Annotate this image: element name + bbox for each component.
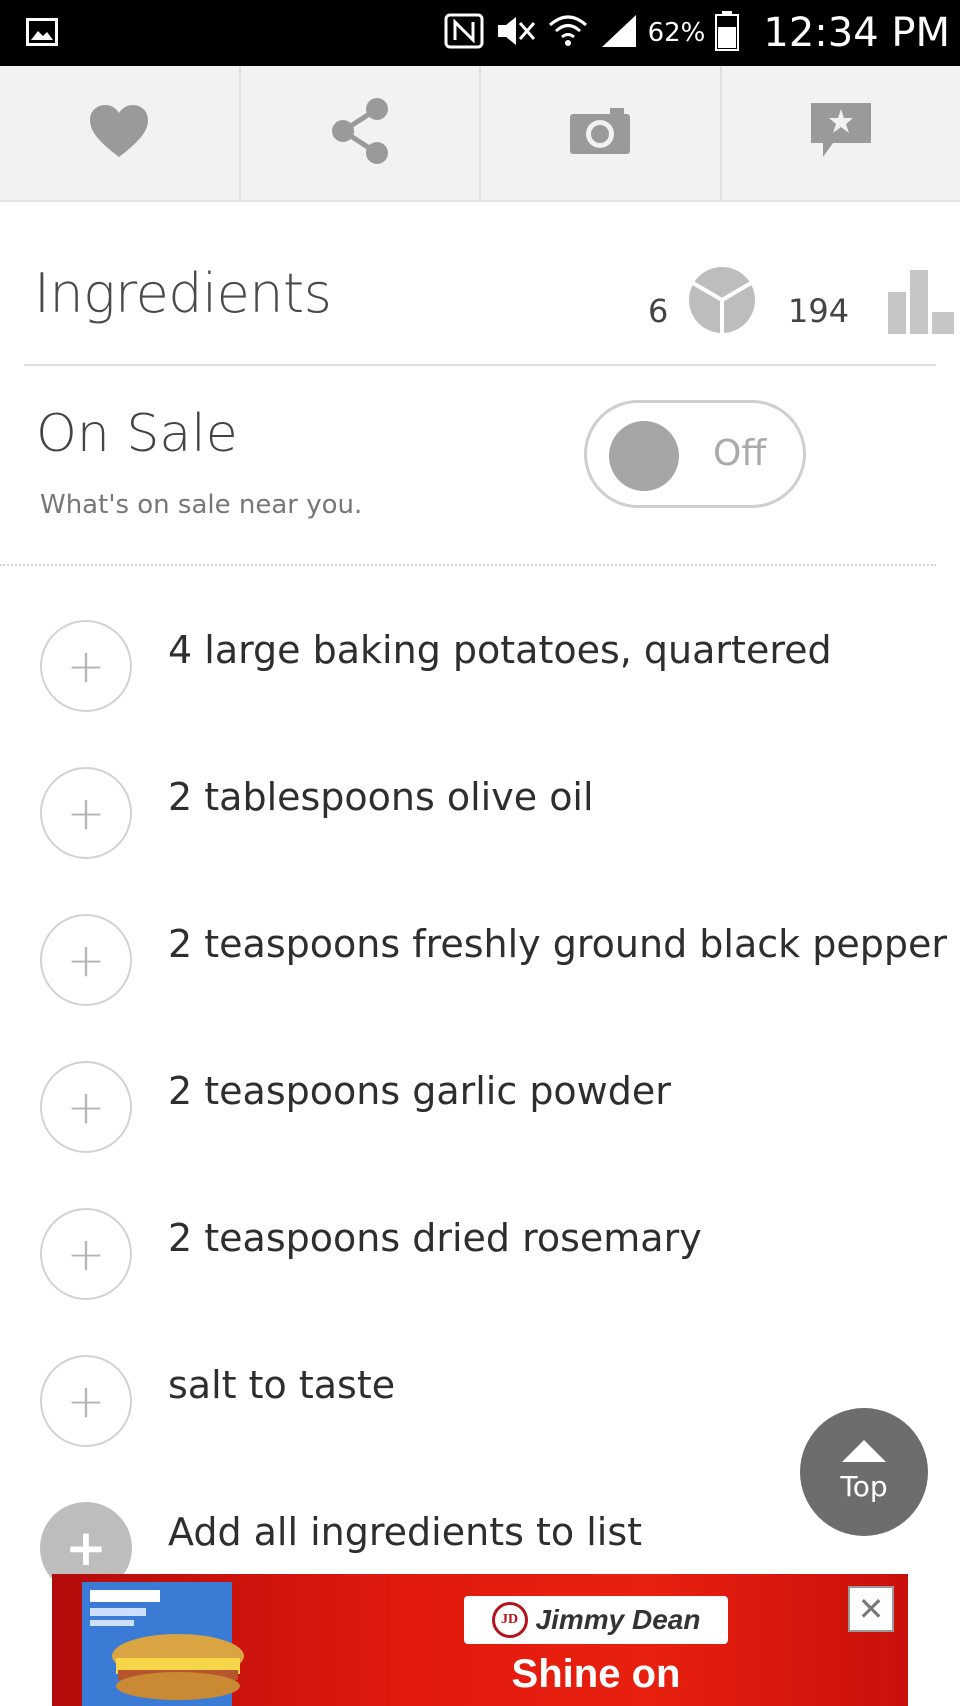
on-sale-subtitle: What's on sale near you. (40, 490, 363, 520)
add-ingredient-button[interactable]: + (40, 767, 132, 859)
status-bar: 62% 12:34 PM (0, 0, 960, 66)
on-sale-title: On Sale (36, 404, 238, 464)
ingredient-item[interactable]: + 2 teaspoons garlic powder (0, 1061, 960, 1208)
add-ingredient-button[interactable]: + (40, 1061, 132, 1153)
on-sale-toggle[interactable]: Off (584, 400, 806, 508)
status-icons: 62% 12:34 PM (444, 0, 950, 66)
ingredient-item[interactable]: + 4 large baking potatoes, quartered (0, 620, 960, 767)
recipe-page: 62% 12:34 PM Ingredients 6 194 On Sale W… (0, 0, 960, 1706)
brand-name: Jimmy Dean (535, 1604, 701, 1635)
servings-icon[interactable] (688, 266, 756, 338)
battery-percent: 62% (647, 18, 706, 48)
arrow-up-icon (842, 1440, 886, 1462)
nfc-icon (444, 13, 484, 53)
camera-icon (568, 106, 632, 160)
add-ingredient-button[interactable]: + (40, 914, 132, 1006)
calories-count[interactable]: 194 (788, 292, 849, 330)
recipe-action-toolbar (0, 66, 960, 202)
add-all-label[interactable]: Add all ingredients to list (168, 1510, 642, 1554)
gallery-icon (26, 18, 58, 50)
review-button[interactable] (722, 66, 960, 200)
favorite-button[interactable] (0, 66, 241, 200)
scroll-top-label: Top (840, 1470, 888, 1503)
add-photo-button[interactable] (481, 66, 722, 200)
servings-count[interactable]: 6 (648, 292, 668, 330)
signal-icon (598, 13, 638, 53)
review-icon (809, 101, 873, 165)
ingredient-text: salt to taste (168, 1363, 396, 1407)
ad-slogan: Shine on (511, 1652, 681, 1696)
ad-brand: JD Jimmy Dean (464, 1596, 728, 1644)
battery-icon (715, 11, 740, 55)
clock: 12:34 PM (763, 10, 950, 56)
share-button[interactable] (241, 66, 481, 200)
add-ingredient-button[interactable]: + (40, 1208, 132, 1300)
ingredient-text: 2 teaspoons freshly ground black pepper (168, 922, 947, 966)
share-icon (329, 96, 391, 170)
section-divider (0, 564, 936, 566)
add-ingredient-button[interactable]: + (40, 620, 132, 712)
wifi-icon (548, 13, 588, 53)
scroll-top-button[interactable]: Top (800, 1408, 928, 1536)
brand-logo: JD (491, 1602, 528, 1638)
product-image (82, 1582, 274, 1706)
ingredient-item[interactable]: + 2 teaspoons dried rosemary (0, 1208, 960, 1355)
ingredient-item[interactable]: + 2 teaspoons freshly ground black peppe… (0, 914, 960, 1061)
add-ingredient-button[interactable]: + (40, 1355, 132, 1447)
ingredients-header: Ingredients 6 194 (24, 232, 954, 366)
ingredient-text: 2 tablespoons olive oil (168, 775, 594, 819)
ingredients-title: Ingredients (34, 262, 332, 325)
mute-icon (494, 13, 538, 53)
ingredient-item[interactable]: + 2 tablespoons olive oil (0, 767, 960, 914)
nutrition-chart-icon[interactable] (888, 270, 956, 338)
ad-banner[interactable]: JD Jimmy Dean Shine on ✕ (52, 1574, 908, 1706)
ingredient-text: 2 teaspoons garlic powder (168, 1069, 671, 1113)
ingredient-list: + 4 large baking potatoes, quartered + 2… (0, 620, 960, 1502)
toggle-knob (609, 421, 679, 491)
toggle-label: Off (713, 433, 767, 474)
heart-icon (88, 103, 150, 163)
close-icon[interactable]: ✕ (848, 1586, 894, 1632)
ingredient-text: 4 large baking potatoes, quartered (168, 628, 832, 672)
ingredient-text: 2 teaspoons dried rosemary (168, 1216, 702, 1260)
